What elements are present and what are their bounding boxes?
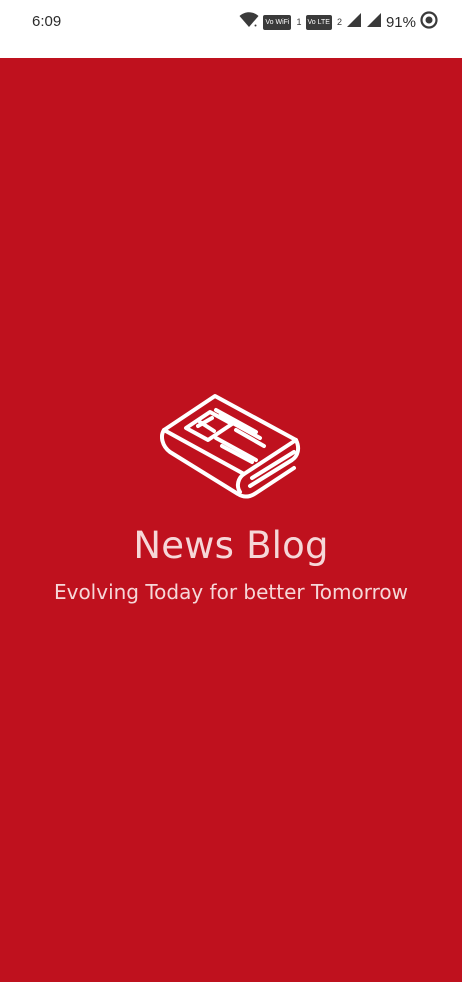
signal-icon: [346, 12, 362, 32]
volte-wifi-sim-label: 1: [296, 17, 302, 27]
volte-lte-badge: Vo LTE: [305, 14, 332, 30]
volte-wifi-badge: Vo WiFi: [263, 14, 292, 30]
signal-icon: [366, 12, 382, 32]
battery-saver-icon: [420, 11, 438, 33]
status-icons: Vo WiFi 1 Vo LTE 2 91%: [239, 11, 438, 33]
volte-lte-sim-label: 2: [336, 17, 342, 27]
app-title: News Blog: [133, 524, 329, 567]
navigation-bar-area: [0, 982, 462, 1000]
status-time: 6:09: [32, 13, 62, 30]
splash-screen: News Blog Evolving Today for better Tomo…: [0, 58, 462, 982]
wifi-icon: [239, 12, 259, 32]
app-tagline: Evolving Today for better Tomorrow: [53, 580, 409, 604]
battery-percent: 91%: [385, 13, 416, 31]
newspaper-icon: [160, 390, 302, 500]
status-bar: 6:09 Vo WiFi 1 Vo LTE 2 91%: [0, 0, 462, 58]
